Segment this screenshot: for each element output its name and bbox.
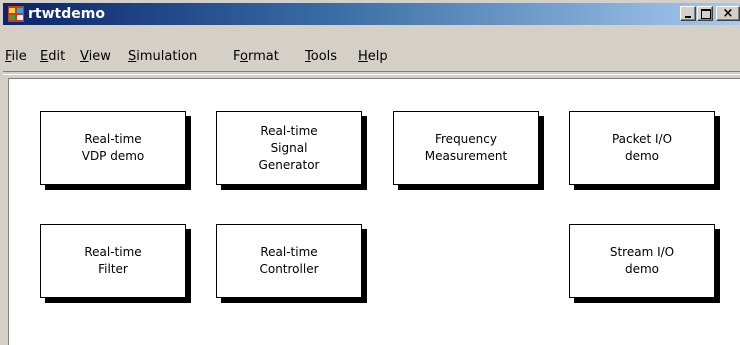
block-label: Real-time Signal Generator	[258, 123, 320, 172]
menu-separator	[3, 71, 740, 75]
block-label: Frequency Measurement	[424, 132, 508, 163]
block-realtime-controller[interactable]: Real-time Controller	[216, 224, 362, 298]
menu-edit[interactable]: Edit	[40, 46, 65, 68]
maximize-icon	[701, 9, 711, 19]
minimize-icon	[685, 16, 691, 18]
block-label: Real-time Controller	[259, 245, 319, 276]
title-bar[interactable]: rtwtdemo ×	[3, 3, 740, 25]
block-realtime-vdp-demo[interactable]: Real-time VDP demo	[40, 111, 186, 185]
menu-format[interactable]: Format	[233, 46, 279, 68]
block-label: Real-time VDP demo	[81, 132, 145, 163]
menu-view[interactable]: View	[80, 46, 111, 68]
block-label: Packet I/O demo	[611, 132, 673, 163]
menu-file[interactable]: File	[5, 46, 27, 68]
block-label: Real-time Filter	[84, 245, 142, 276]
block-packet-io-demo[interactable]: Packet I/O demo	[569, 111, 715, 185]
menu-tools[interactable]: Tools	[305, 46, 337, 68]
window-title: rtwtdemo	[28, 6, 105, 22]
model-canvas[interactable]: Real-time VDP demo Real-time Signal Gene…	[8, 78, 740, 345]
maximize-button[interactable]	[697, 6, 713, 21]
close-button[interactable]: ×	[716, 6, 740, 21]
close-icon: ×	[722, 6, 734, 21]
menu-help[interactable]: Help	[358, 46, 388, 68]
menu-simulation[interactable]: Simulation	[128, 46, 197, 68]
simulink-window: rtwtdemo × File Edit View Simulation For…	[0, 0, 740, 345]
block-label: Stream I/O demo	[609, 245, 675, 276]
block-stream-io-demo[interactable]: Stream I/O demo	[569, 224, 715, 298]
menu-bar: File Edit View Simulation Format Tools H…	[3, 46, 740, 68]
block-frequency-measurement[interactable]: Frequency Measurement	[393, 111, 539, 185]
block-realtime-signal-generator[interactable]: Real-time Signal Generator	[216, 111, 362, 185]
block-realtime-filter[interactable]: Real-time Filter	[40, 224, 186, 298]
simulink-app-icon[interactable]	[8, 6, 24, 22]
minimize-button[interactable]	[680, 6, 696, 21]
